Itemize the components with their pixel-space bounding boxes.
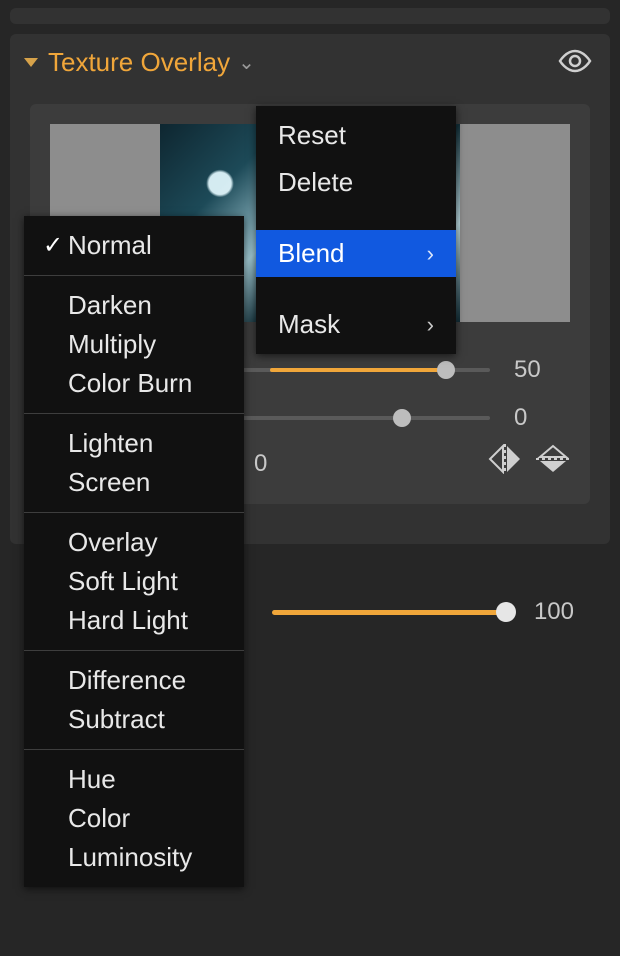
- blend-mode-color[interactable]: Color: [24, 799, 244, 838]
- blend-mode-lighten[interactable]: Lighten: [24, 424, 244, 463]
- submenu-arrow-icon: ›: [427, 241, 434, 267]
- blend-mode-label: Color Burn: [68, 368, 230, 399]
- collapse-triangle-icon[interactable]: [24, 58, 38, 67]
- blend-mode-subtract[interactable]: Subtract: [24, 700, 244, 739]
- texture-thumbnail-next[interactable]: [460, 124, 570, 322]
- flip-vertical-icon[interactable]: [536, 444, 570, 474]
- blend-mode-difference[interactable]: Difference: [24, 661, 244, 700]
- slider-1-fill: [270, 368, 446, 372]
- blend-mode-label: Darken: [68, 290, 230, 321]
- panel-menu-chevron-icon[interactable]: ⌄: [238, 50, 255, 75]
- menu-item-reset-label: Reset: [278, 120, 346, 151]
- menu-item-mask-label: Mask: [278, 309, 340, 340]
- menu-item-delete-label: Delete: [278, 167, 353, 198]
- menu-separator: [256, 277, 456, 301]
- slider-1-thumb[interactable]: [437, 361, 455, 379]
- blend-mode-darken[interactable]: Darken: [24, 286, 244, 325]
- opacity-slider-row: 100: [272, 598, 574, 626]
- menu-item-blend-label: Blend: [278, 238, 345, 269]
- flip-icons-group: [488, 444, 570, 474]
- menu-item-blend[interactable]: Blend ›: [256, 230, 456, 277]
- blend-mode-normal[interactable]: ✓Normal: [24, 226, 244, 265]
- menu-separator: [24, 512, 244, 513]
- panel-title: Texture Overlay: [48, 47, 230, 78]
- blend-mode-label: Normal: [68, 230, 230, 261]
- blend-mode-label: Difference: [68, 665, 230, 696]
- blend-mode-label: Hard Light: [68, 605, 230, 636]
- blend-mode-label: Soft Light: [68, 566, 230, 597]
- visibility-eye-icon[interactable]: [558, 48, 592, 74]
- slider-1-value: 50: [514, 356, 570, 384]
- menu-item-reset[interactable]: Reset: [256, 112, 456, 159]
- menu-item-mask[interactable]: Mask ›: [256, 301, 456, 348]
- blend-mode-color-burn[interactable]: Color Burn: [24, 364, 244, 403]
- opacity-value: 100: [534, 598, 574, 626]
- slider-2-value: 0: [514, 404, 570, 432]
- blend-mode-label: Overlay: [68, 527, 230, 558]
- blend-mode-label: Lighten: [68, 428, 230, 459]
- menu-separator: [24, 749, 244, 750]
- menu-separator: [256, 206, 456, 230]
- blend-mode-luminosity[interactable]: Luminosity: [24, 838, 244, 877]
- blend-mode-label: Screen: [68, 467, 230, 498]
- blend-mode-label: Subtract: [68, 704, 230, 735]
- blend-mode-screen[interactable]: Screen: [24, 463, 244, 502]
- blend-mode-overlay[interactable]: Overlay: [24, 523, 244, 562]
- panel-header[interactable]: Texture Overlay ⌄: [10, 34, 610, 90]
- slider-2-thumb[interactable]: [393, 409, 411, 427]
- menu-separator: [24, 413, 244, 414]
- blend-mode-submenu: ✓Normal Darken Multiply Color Burn Lighten Sc…: [24, 216, 244, 887]
- menu-separator: [24, 650, 244, 651]
- blend-mode-label: Luminosity: [68, 842, 230, 873]
- submenu-arrow-icon: ›: [427, 312, 434, 338]
- collapsed-panel-above: [10, 8, 610, 24]
- opacity-slider-track[interactable]: [272, 610, 514, 615]
- flip-horizontal-icon[interactable]: [488, 444, 522, 474]
- blend-mode-label: Color: [68, 803, 230, 834]
- panel-context-menu: Reset Delete Blend › Mask ›: [256, 106, 456, 354]
- blend-mode-label: Hue: [68, 764, 230, 795]
- checkmark-icon: ✓: [38, 231, 68, 260]
- blend-mode-multiply[interactable]: Multiply: [24, 325, 244, 364]
- blend-mode-hard-light[interactable]: Hard Light: [24, 601, 244, 640]
- blend-mode-label: Multiply: [68, 329, 230, 360]
- menu-item-delete[interactable]: Delete: [256, 159, 456, 206]
- menu-separator: [24, 275, 244, 276]
- opacity-slider-thumb[interactable]: [496, 602, 516, 622]
- blend-mode-hue[interactable]: Hue: [24, 760, 244, 799]
- angle-zero-label: 0: [254, 450, 267, 478]
- blend-mode-soft-light[interactable]: Soft Light: [24, 562, 244, 601]
